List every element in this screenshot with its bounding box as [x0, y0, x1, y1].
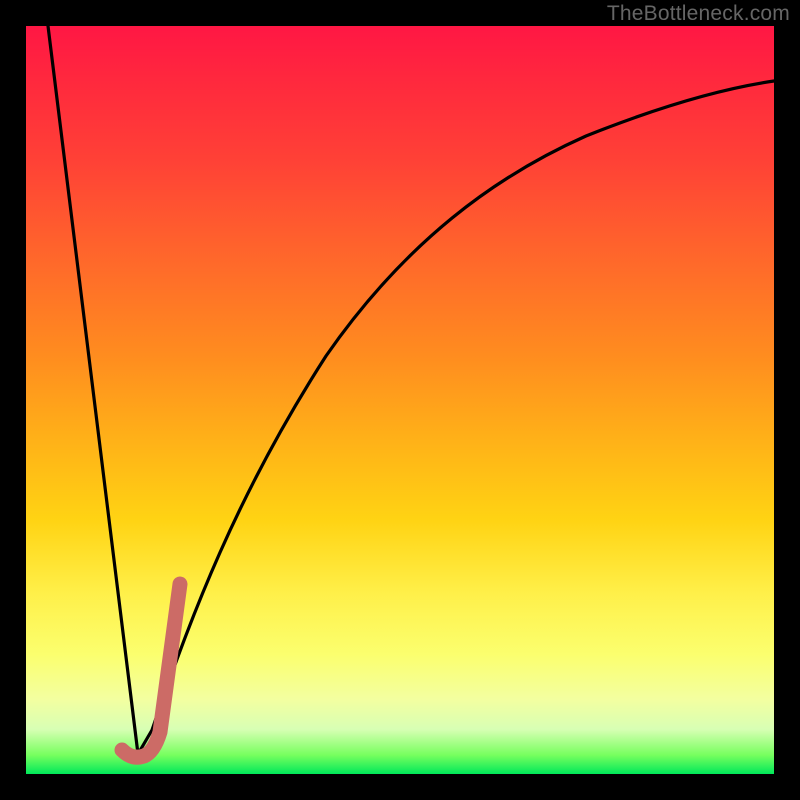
chart-frame: TheBottleneck.com: [0, 0, 800, 800]
chart-svg: [26, 26, 774, 774]
bottleneck-curve: [48, 26, 774, 754]
chart-plot-area: [26, 26, 774, 774]
watermark-text: TheBottleneck.com: [607, 2, 790, 26]
